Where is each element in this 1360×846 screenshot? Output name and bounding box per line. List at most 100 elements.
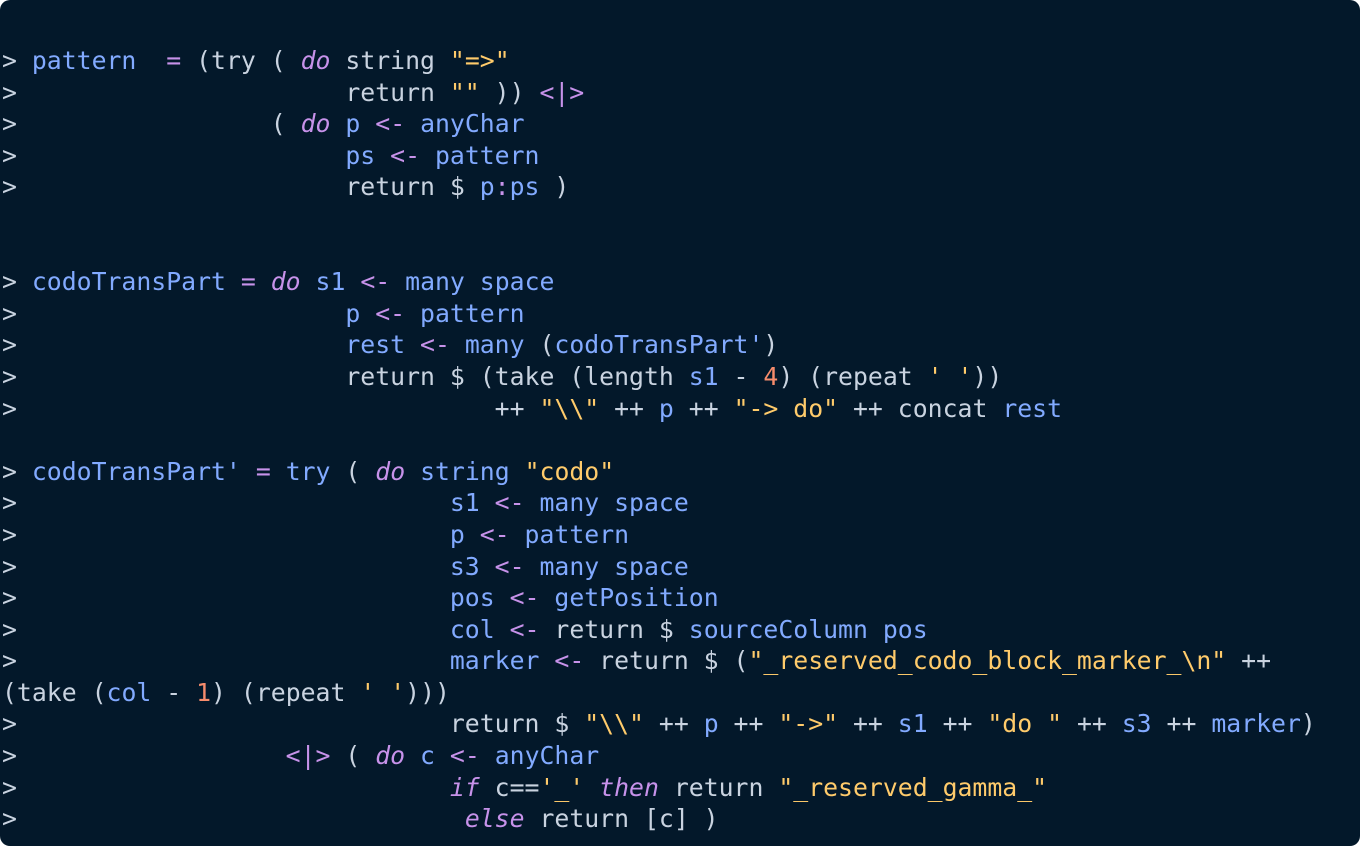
code-text-token: > return: [2, 77, 450, 107]
code-line: > return "" )) <|>: [2, 77, 1316, 109]
string-literal: "": [449, 77, 480, 107]
code-text-token: >: [2, 330, 346, 360]
code-line: > else return [c] ): [2, 803, 1316, 835]
code-text-token: (: [330, 456, 376, 486]
code-line: > codoTransPart = do s1 <- many space: [2, 266, 1316, 298]
string-literal: ' ': [360, 677, 406, 707]
code-line: > <|> ( do c <- anyChar: [2, 740, 1316, 772]
code-text-token: ): [763, 330, 779, 360]
code-text-token: >: [2, 519, 450, 549]
identifier-token: getPosition: [554, 583, 719, 613]
identifier-token: string: [420, 456, 510, 486]
code-text-token: ++: [599, 393, 659, 423]
identifier-token: codoTransPart': [31, 456, 241, 486]
identifier-token: sourceColumn pos: [688, 614, 928, 644]
operator-token: <-: [479, 519, 510, 549]
string-literal: "->": [778, 709, 839, 739]
identifier-token: marker: [449, 646, 540, 676]
code-text-token: >: [2, 298, 346, 328]
identifier-token: s3: [1121, 709, 1152, 739]
string-literal: ": [584, 393, 600, 423]
code-text-token: > return $ (take (length: [2, 361, 689, 391]
identifier-token: many: [464, 330, 525, 360]
identifier-token: anyChar: [420, 109, 525, 139]
code-line: > return $ (take (length s1 - 4) (repeat…: [2, 361, 1316, 393]
keyword-token: else: [464, 804, 525, 834]
code-text-token: ): [539, 172, 570, 202]
code-text-token: >: [2, 614, 450, 644]
operator-token: <-: [449, 741, 480, 771]
code-text-token: ++: [673, 393, 734, 423]
code-line: > p <- pattern: [2, 519, 1316, 551]
string-literal: '_': [539, 772, 585, 802]
string-literal: ": [629, 709, 644, 739]
code-text-token: )): [479, 77, 540, 107]
code-line: > return $ "\\" ++ p ++ "->" ++ s1 ++ "d…: [2, 708, 1316, 740]
string-literal: ": [584, 709, 600, 739]
operator-token: <-: [360, 267, 391, 297]
identifier-token: s1: [315, 267, 346, 297]
code-line: ​: [2, 203, 1316, 235]
operator-token: <-: [509, 614, 540, 644]
keyword-token: if: [449, 772, 480, 802]
identifier-token: anyChar: [494, 741, 600, 771]
operator-token: <|>: [285, 741, 331, 771]
identifier-token: col: [106, 677, 152, 707]
keyword-token: do: [375, 741, 406, 771]
string-literal: "do ": [987, 709, 1063, 739]
keyword-token: do: [270, 267, 301, 297]
identifier-token: marker: [1211, 709, 1301, 739]
identifier-token: pos: [449, 583, 495, 613]
code-text-token: ++: [1062, 709, 1122, 739]
code-line: > p <- pattern: [2, 298, 1316, 330]
code-text-token: c==: [479, 772, 540, 802]
operator-token: <-: [554, 646, 585, 676]
string-literal: ": [539, 393, 555, 423]
identifier-token: c: [420, 741, 435, 771]
identifier-token: p: [345, 298, 361, 328]
operator-token: =: [240, 267, 256, 297]
identifier-token: col: [449, 614, 495, 644]
identifier-token: many space: [539, 551, 689, 581]
operator-token: <-: [375, 109, 406, 139]
number-literal: 4: [763, 361, 779, 391]
code-text-token: >: [2, 140, 346, 170]
code-text-token: >: [2, 551, 450, 581]
code-text-token: return: [658, 772, 779, 802]
code-line: > return $ p:ps ): [2, 171, 1316, 203]
identifier-token: rest: [1002, 393, 1063, 423]
identifier-token: pattern: [434, 140, 540, 170]
code-line: > rest <- many (codoTransPart'): [2, 329, 1316, 361]
identifier-token: pattern: [31, 46, 137, 75]
code-text-token: return $ (: [584, 646, 749, 676]
code-text-token: ++ concat: [838, 393, 1003, 423]
code-text[interactable]: > pattern = (try ( do string "=>" > retur…: [2, 45, 1316, 835]
code-line: > ++ "\\" ++ p ++ "-> do" ++ concat rest: [2, 393, 1316, 425]
code-line: ​: [2, 424, 1316, 456]
code-text-token: (: [330, 741, 376, 771]
identifier-token: p: [449, 519, 465, 549]
code-text-token: >: [2, 772, 450, 802]
identifier-token: p: [479, 172, 495, 202]
code-text-token: return [c] ): [524, 804, 719, 834]
code-line: > codoTransPart' = try ( do string "codo…: [2, 456, 1316, 488]
code-text-token: ))): [405, 677, 450, 707]
code-text-token: -: [151, 677, 197, 707]
keyword-token: do: [300, 109, 331, 139]
code-text-token: (try (: [181, 46, 301, 75]
code-text-token: >: [2, 456, 32, 486]
code-text-token: )): [972, 361, 1003, 391]
identifier-token: codoTransPart: [31, 267, 226, 297]
